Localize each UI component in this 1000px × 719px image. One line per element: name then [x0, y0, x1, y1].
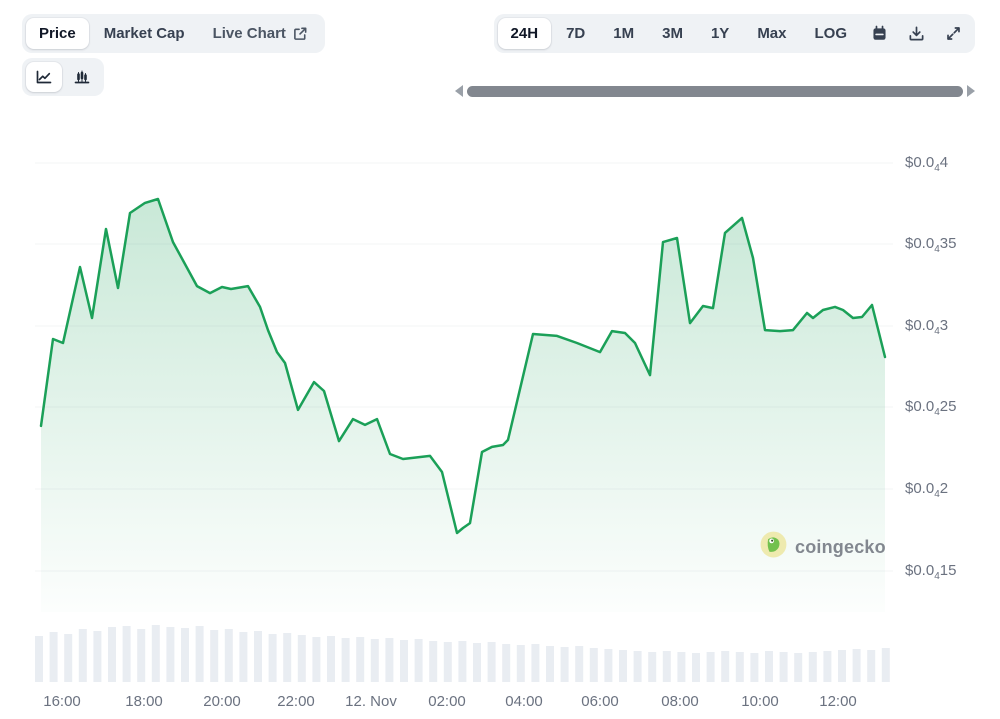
x-axis-label: 12:00 [819, 693, 857, 710]
y-axis-label: $0.044 [905, 154, 948, 174]
y-axis-label: $0.042 [905, 480, 948, 500]
gecko-logo-icon [760, 531, 787, 563]
x-axis-label: 08:00 [661, 693, 699, 710]
y-axis-label: $0.0435 [905, 235, 956, 255]
x-axis-label: 12. Nov [345, 693, 397, 710]
x-axis-label: 22:00 [277, 693, 315, 710]
x-axis-label: 02:00 [428, 693, 466, 710]
x-axis-label: 20:00 [203, 693, 241, 710]
x-axis-label: 18:00 [125, 693, 163, 710]
price-area-fill [41, 199, 885, 612]
y-axis-label: $0.0425 [905, 398, 956, 418]
y-axis-label: $0.043 [905, 317, 948, 337]
x-axis-label: 10:00 [741, 693, 779, 710]
x-axis-label: 06:00 [581, 693, 619, 710]
x-axis-label: 16:00 [43, 693, 81, 710]
volume-bars [35, 625, 890, 682]
price-area-chart[interactable] [0, 0, 1000, 719]
coingecko-watermark: coingecko [760, 531, 886, 563]
x-axis-label: 04:00 [505, 693, 543, 710]
y-axis-label: $0.0415 [905, 562, 956, 582]
watermark-text: coingecko [795, 537, 886, 558]
